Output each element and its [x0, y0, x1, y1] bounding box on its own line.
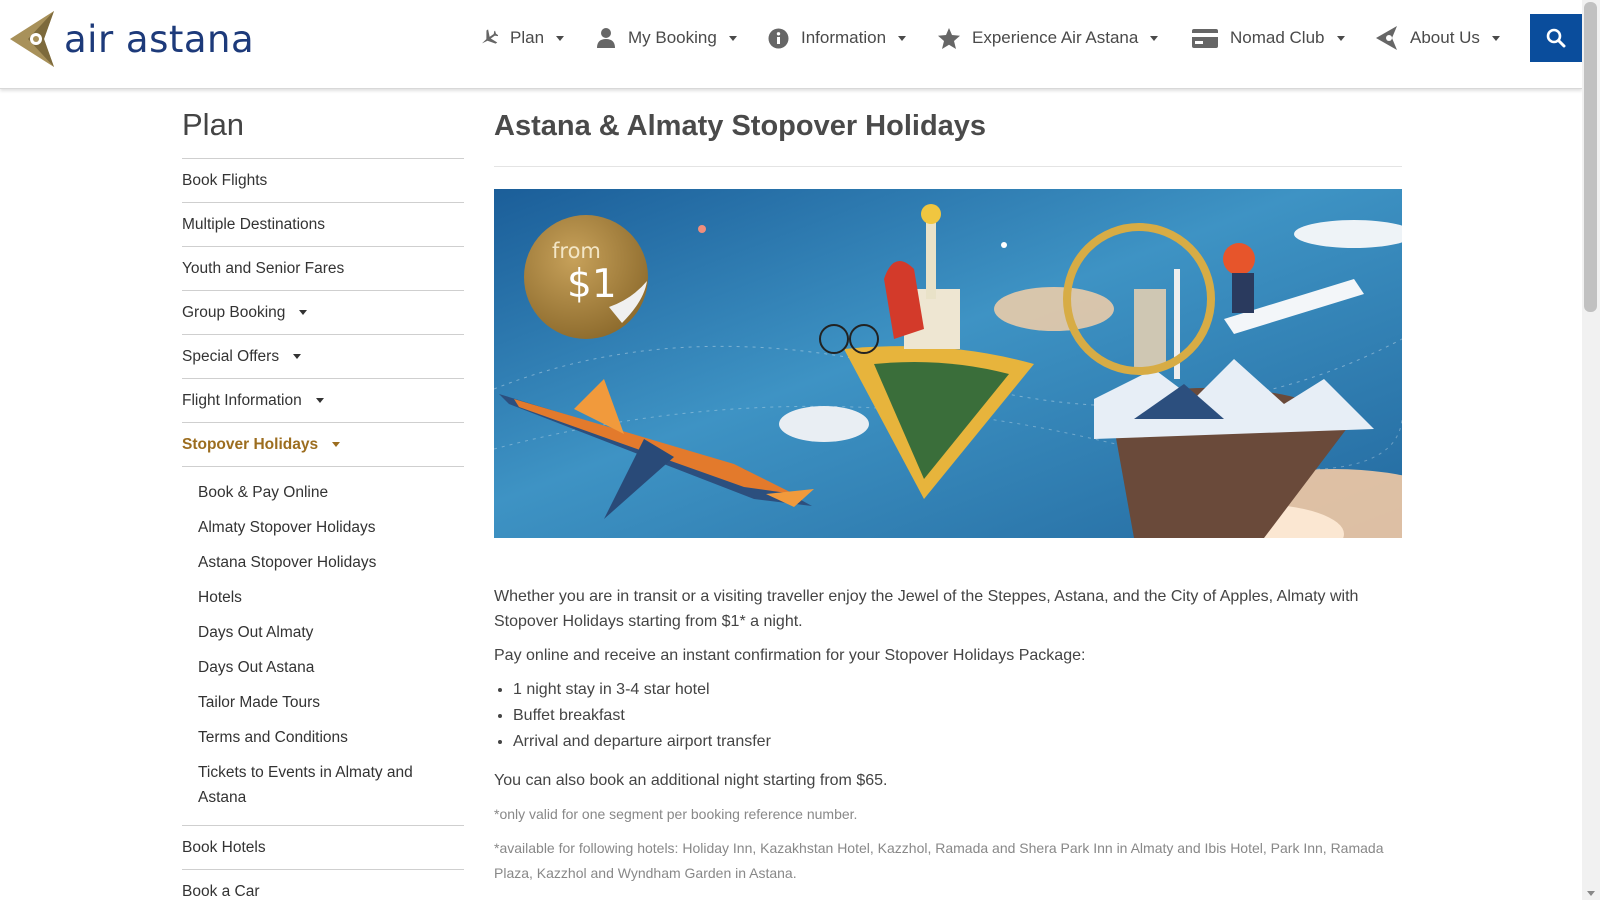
nav-nomad-club[interactable]: Nomad Club — [1192, 24, 1345, 52]
sidebar-item-book-hotels[interactable]: Book Hotels — [182, 826, 464, 870]
nav-about-us-label: About Us — [1410, 28, 1480, 47]
logo-mark-icon — [1376, 26, 1398, 50]
scroll-down-arrow-icon[interactable] — [1587, 891, 1595, 896]
nav-about-us[interactable]: About Us — [1376, 24, 1500, 52]
chevron-down-icon — [556, 35, 565, 41]
chevron-down-icon[interactable] — [299, 310, 308, 315]
footnote-hotels: *available for following hotels: Holiday… — [494, 840, 1384, 881]
nav-experience-label: Experience Air Astana — [972, 28, 1139, 47]
sidebar-item-youth-senior-fares[interactable]: Youth and Senior Fares — [182, 247, 464, 291]
submenu-item-almaty-stopover[interactable]: Almaty Stopover Holidays — [198, 510, 438, 545]
search-icon — [1546, 28, 1566, 48]
sidebar-item-label: Book a Car — [182, 882, 260, 900]
footnote-segment: *only valid for one segment per booking … — [494, 806, 858, 822]
star-icon — [938, 27, 960, 49]
chevron-down-icon — [898, 35, 907, 41]
site-header: air astana Plan My Booking Information E… — [0, 0, 1582, 89]
list-item: Buffet breakfast — [513, 703, 1402, 729]
chevron-down-icon — [1336, 35, 1345, 41]
submenu-item-days-out-almaty[interactable]: Days Out Almaty — [198, 615, 438, 650]
air-astana-logo[interactable]: air astana — [6, 9, 254, 69]
submenu-item-book-pay-online[interactable]: Book & Pay Online — [198, 475, 438, 510]
nav-information-label: Information — [801, 28, 887, 47]
hero-price: $1 — [567, 262, 617, 307]
submenu-item-tailor-made-tours[interactable]: Tailor Made Tours — [198, 685, 438, 720]
chevron-down-icon[interactable] — [293, 354, 302, 359]
chevron-down-icon — [1491, 35, 1500, 41]
sidebar-item-book-flights[interactable]: Book Flights — [182, 159, 464, 203]
nav-plan-label: Plan — [510, 28, 545, 47]
title-divider — [494, 166, 1402, 167]
sidebar-item-label: Book Flights — [182, 171, 268, 189]
sidebar-nav: Plan Book Flights Multiple Destinations … — [182, 104, 464, 913]
sidebar-item-label: Flight Information — [182, 391, 302, 409]
nav-my-booking-label: My Booking — [628, 28, 717, 47]
submenu-item-event-tickets[interactable]: Tickets to Events in Almaty and Astana — [198, 755, 438, 815]
stopover-submenu: Book & Pay Online Almaty Stopover Holida… — [182, 467, 464, 826]
sidebar-item-label: Book Hotels — [182, 838, 266, 856]
chevron-down-icon — [1150, 35, 1159, 41]
list-item: 1 night stay in 3-4 star hotel — [513, 677, 1402, 703]
list-item: Arrival and departure airport transfer — [513, 729, 1402, 755]
search-button[interactable] — [1530, 14, 1582, 62]
package-list: 1 night stay in 3-4 star hotel Buffet br… — [494, 677, 1402, 755]
card-icon — [1192, 28, 1218, 48]
page-scrollbar[interactable] — [1582, 0, 1600, 900]
chevron-down-icon[interactable] — [315, 398, 324, 403]
sidebar-item-label: Youth and Senior Fares — [182, 259, 345, 277]
intro-paragraph: Whether you are in transit or a visiting… — [494, 588, 1359, 630]
nav-information[interactable]: Information — [768, 24, 907, 52]
logo-text: air astana — [64, 17, 255, 61]
chevron-down-icon[interactable] — [332, 442, 341, 447]
submenu-item-days-out-astana[interactable]: Days Out Astana — [198, 650, 438, 685]
sidebar-item-multiple-destinations[interactable]: Multiple Destinations — [182, 203, 464, 247]
chevron-down-icon — [728, 35, 737, 41]
sidebar-item-label: Special Offers — [182, 347, 280, 365]
sidebar-item-label: Multiple Destinations — [182, 215, 326, 233]
page-title: Astana & Almaty Stopover Holidays — [494, 110, 987, 142]
stopover-illustration — [494, 189, 1402, 538]
nav-my-booking[interactable]: My Booking — [596, 24, 737, 52]
sidebar-item-group-booking[interactable]: Group Booking — [182, 291, 464, 335]
article-body: Whether you are in transit or a visiting… — [494, 584, 1402, 886]
additional-night-text: You can also book an additional night st… — [494, 772, 888, 789]
sidebar-item-label: Group Booking — [182, 303, 286, 321]
sidebar-item-book-a-car[interactable]: Book a Car — [182, 870, 464, 913]
user-icon — [596, 27, 616, 49]
plane-icon — [478, 28, 498, 48]
sidebar-menu: Book Flights Multiple Destinations Youth… — [182, 158, 464, 913]
info-icon — [768, 28, 789, 49]
submenu-item-astana-stopover[interactable]: Astana Stopover Holidays — [198, 545, 438, 580]
sidebar-item-stopover-holidays[interactable]: Stopover Holidays — [182, 423, 464, 467]
sidebar-title: Plan — [182, 107, 245, 142]
sidebar-item-special-offers[interactable]: Special Offers — [182, 335, 464, 379]
sidebar-item-label: Stopover Holidays — [182, 435, 319, 453]
logo-mark-icon — [10, 11, 54, 67]
submenu-item-hotels[interactable]: Hotels — [198, 580, 438, 615]
nav-plan[interactable]: Plan — [478, 24, 565, 52]
nav-experience[interactable]: Experience Air Astana — [938, 24, 1159, 52]
package-intro: Pay online and receive an instant confir… — [494, 647, 1086, 664]
nav-nomad-club-label: Nomad Club — [1230, 28, 1325, 47]
main-content: Astana & Almaty Stopover Holidays from $… — [494, 104, 1402, 895]
hero-from-label: from — [552, 239, 601, 263]
hero-banner[interactable]: from $1 — [494, 189, 1402, 538]
submenu-item-terms-conditions[interactable]: Terms and Conditions — [198, 720, 438, 755]
scrollbar-thumb[interactable] — [1584, 2, 1597, 312]
sidebar-item-flight-information[interactable]: Flight Information — [182, 379, 464, 423]
